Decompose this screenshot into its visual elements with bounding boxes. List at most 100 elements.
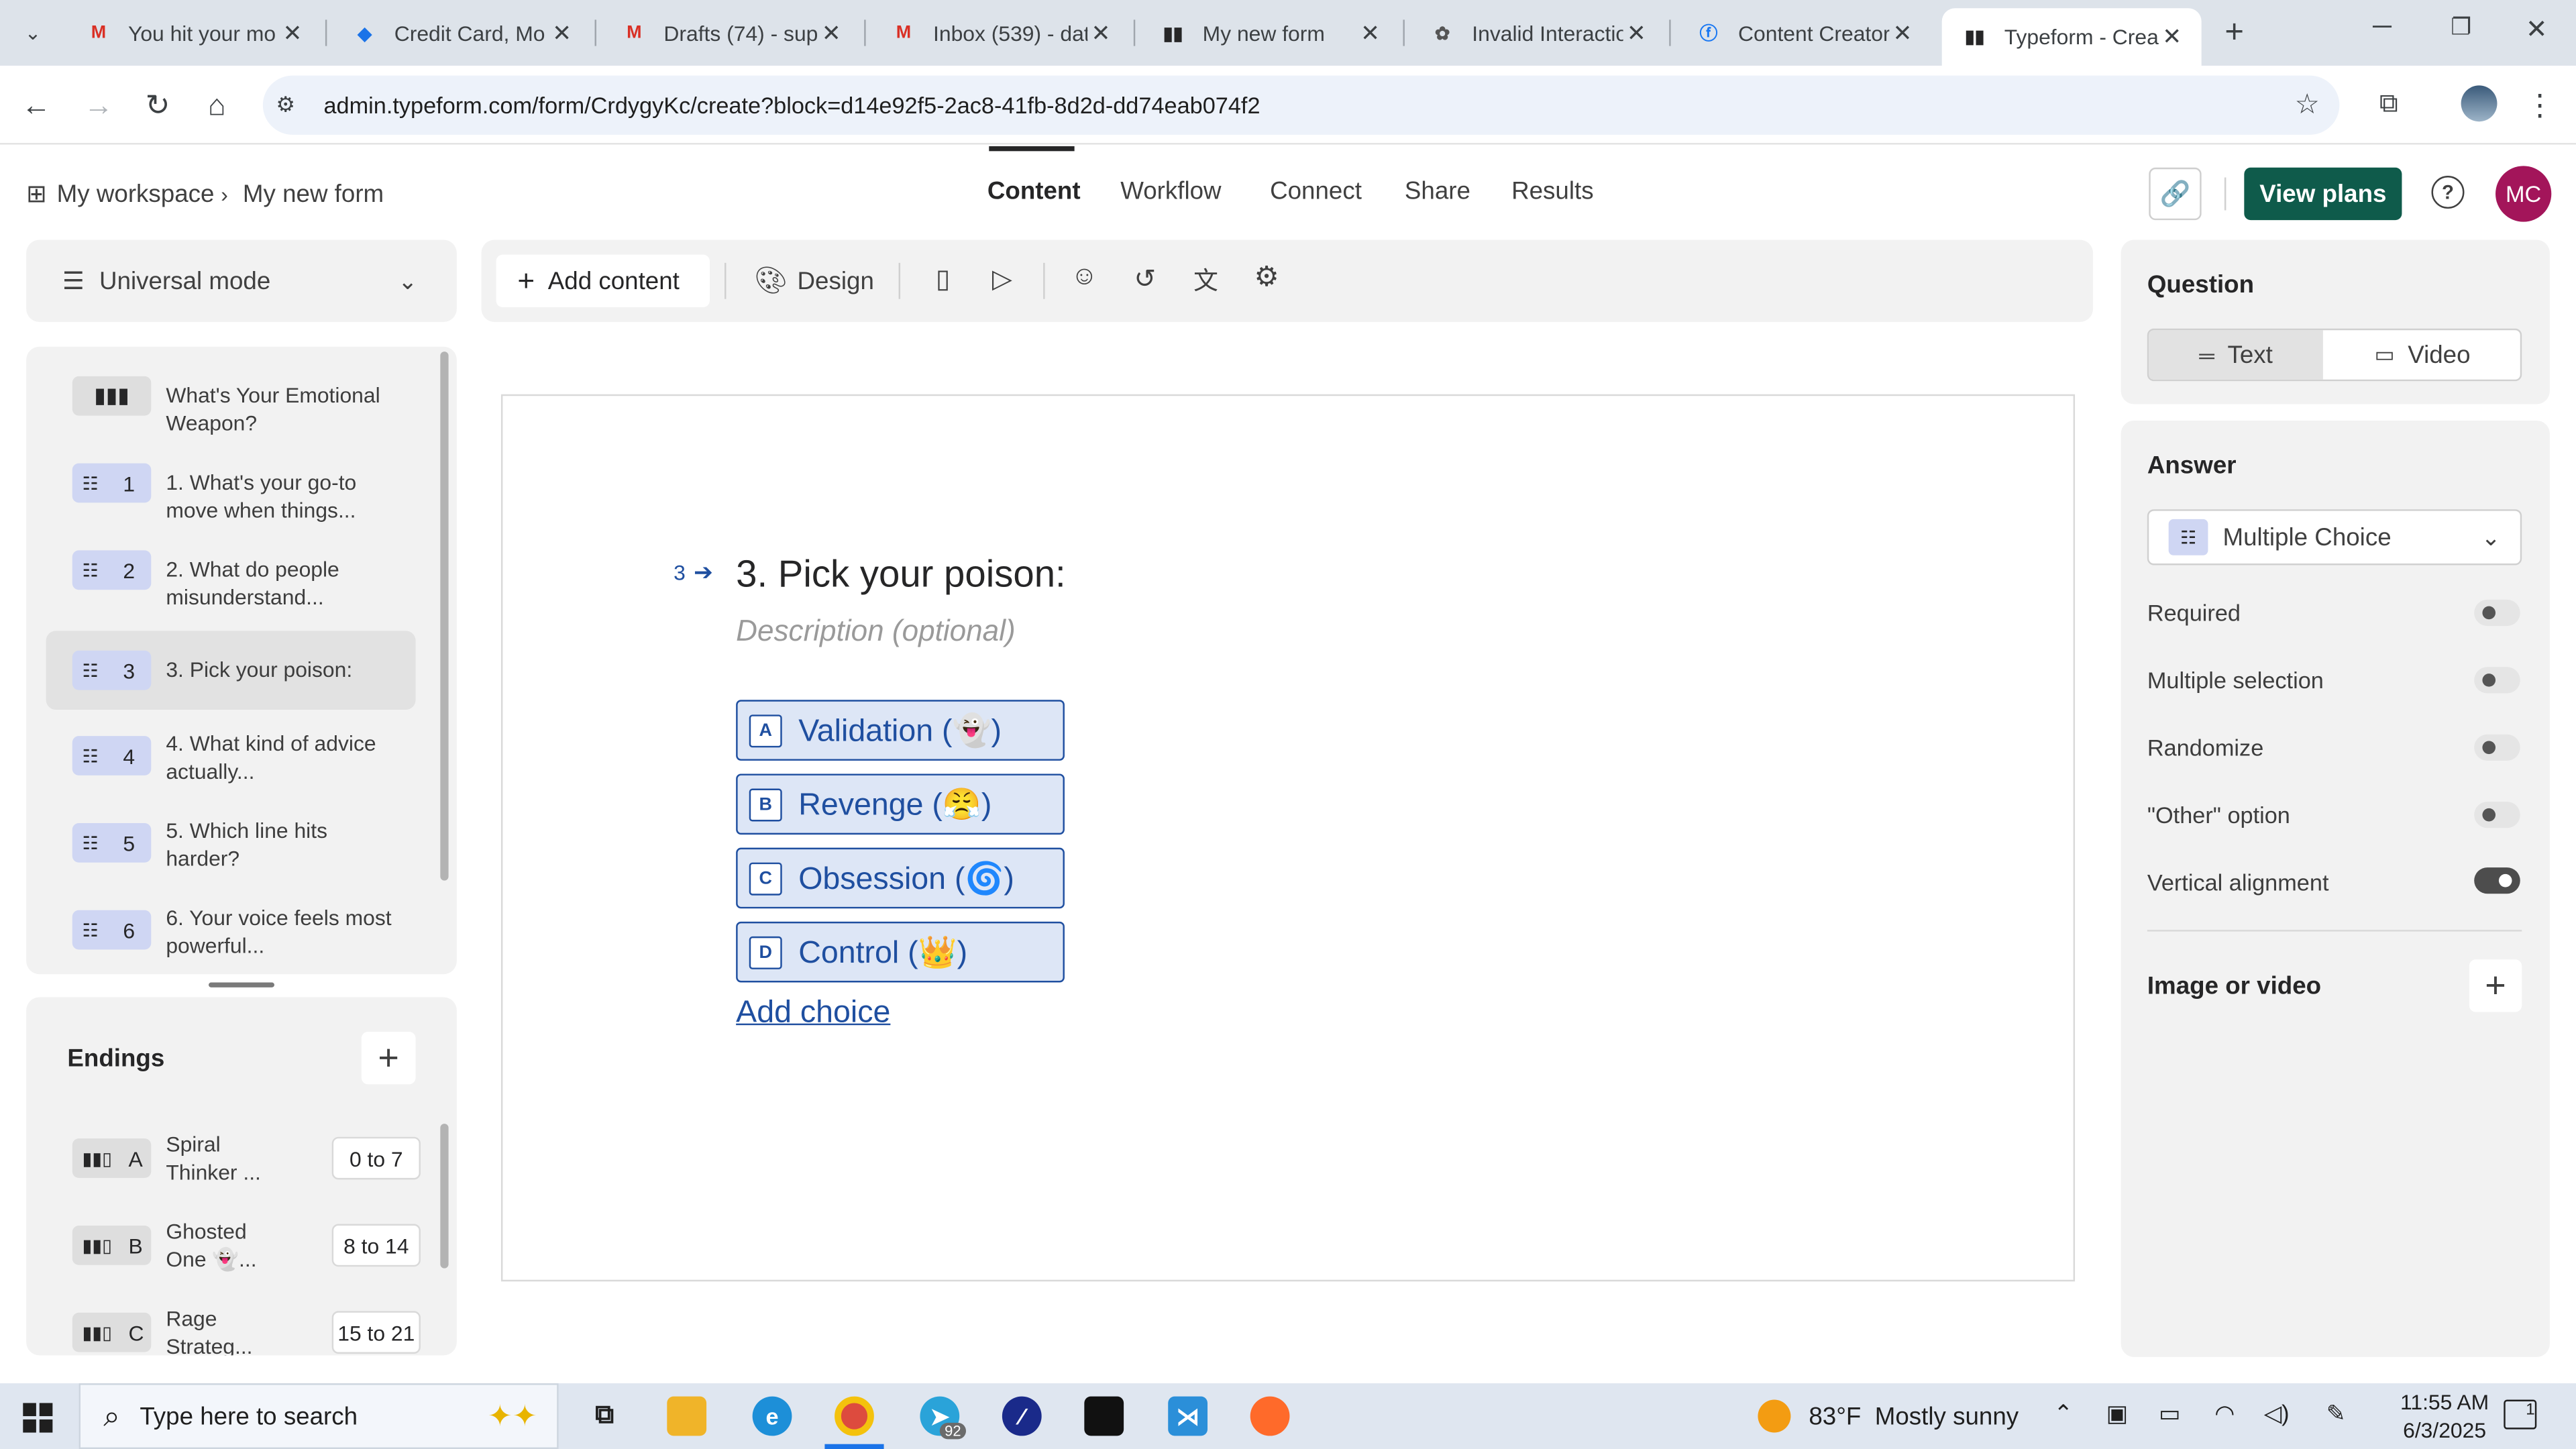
close-icon[interactable]: ✕ xyxy=(818,19,845,47)
add-choice-link[interactable]: Add choice xyxy=(736,996,890,1032)
close-window-icon[interactable]: ✕ xyxy=(2517,13,2557,53)
browser-tab[interactable]: ◆ Credit Card, Mo ✕ xyxy=(332,5,592,60)
question-title[interactable]: 3. Pick your poison: xyxy=(736,552,1066,596)
tab-workflow[interactable]: Workflow xyxy=(1120,177,1221,205)
weather-widget[interactable]: 83°F Mostly sunny xyxy=(1758,1383,2019,1449)
tab-connect[interactable]: Connect xyxy=(1270,177,1362,205)
endings-scrollbar[interactable] xyxy=(440,1124,449,1269)
url-bar[interactable]: ⚙ admin.typeform.com/form/CrdygyKc/creat… xyxy=(262,75,2340,135)
tab-share[interactable]: Share xyxy=(1405,177,1470,205)
score-range[interactable]: 0 to 7 xyxy=(331,1136,421,1180)
taskbar-search[interactable]: ⌕ Type here to search ✦✦ xyxy=(78,1383,559,1449)
list-item[interactable]: ☷ 5 5. Which line hits harder? xyxy=(46,812,416,891)
logic-icon[interactable]: ↺ xyxy=(1128,263,1161,299)
add-ending-button[interactable]: + xyxy=(361,1031,416,1085)
minimize-icon[interactable]: ─ xyxy=(2363,13,2402,53)
vscode-icon[interactable]: ⋊ xyxy=(1168,1396,1208,1436)
windows-start-icon[interactable] xyxy=(23,1403,53,1433)
view-plans-button[interactable]: View plans xyxy=(2244,167,2402,221)
mobile-preview-icon[interactable]: ▯ xyxy=(926,263,959,299)
list-item[interactable]: ▮▮▮ What's Your Emotional Weapon? xyxy=(46,376,416,455)
close-icon[interactable]: ✕ xyxy=(1623,19,1650,47)
close-icon[interactable]: ✕ xyxy=(1087,19,1114,47)
score-range[interactable]: 15 to 21 xyxy=(331,1311,421,1354)
translate-icon[interactable]: 文 xyxy=(1189,263,1222,299)
tab-search-button[interactable]: ⌄ xyxy=(13,13,53,53)
chrome-icon[interactable] xyxy=(835,1396,874,1436)
profile-avatar[interactable] xyxy=(2461,85,2498,122)
list-item[interactable]: ▮▮▯ C Rage Strateg... 15 to 21 xyxy=(46,1301,424,1355)
app-icon[interactable]: ∕ xyxy=(1002,1396,1042,1436)
terminal-icon[interactable] xyxy=(1084,1396,1124,1436)
close-icon[interactable]: ✕ xyxy=(1889,19,1915,47)
file-explorer-icon[interactable] xyxy=(667,1396,707,1436)
home-icon[interactable]: ⌂ xyxy=(197,85,237,125)
task-view-icon[interactable]: ⧉ xyxy=(585,1397,625,1436)
design-button[interactable]: 🎨︎ Design xyxy=(743,255,884,307)
list-item-selected[interactable]: ☷ 3 3. Pick your poison: xyxy=(46,631,416,710)
battery-icon[interactable]: ▭ xyxy=(2159,1400,2180,1428)
list-item[interactable]: ▮▮▯ B Ghosted One 👻... 8 to 14 xyxy=(46,1214,424,1293)
panel-resize-handle[interactable] xyxy=(209,982,274,987)
browser-tab[interactable]: M You hit your mo ✕ xyxy=(66,5,322,60)
mode-selector[interactable]: ☰ Universal mode ⌄ xyxy=(26,239,457,323)
restore-icon[interactable]: ❐ xyxy=(2441,13,2481,53)
tab-results[interactable]: Results xyxy=(1511,177,1594,205)
wifi-icon[interactable]: ◠ xyxy=(2214,1400,2235,1428)
close-icon[interactable]: ✕ xyxy=(279,19,305,47)
browser-tab[interactable]: ✿ Invalid Interactio ✕ xyxy=(1409,5,1666,60)
tab-content[interactable]: Content xyxy=(987,177,1081,205)
site-info-icon[interactable]: ⚙ xyxy=(276,92,309,118)
choice-option[interactable]: D Control (👑) xyxy=(736,921,1065,983)
breadcrumb-workspace[interactable]: My workspace xyxy=(57,180,215,208)
video-tab[interactable]: ▭ Video xyxy=(2324,330,2520,379)
questions-scrollbar[interactable] xyxy=(440,352,449,881)
list-item[interactable]: ☷ 6 6. Your voice feels most powerful... xyxy=(46,899,416,978)
notification-icon[interactable]: 1 xyxy=(2504,1399,2537,1430)
text-tab[interactable]: ═ Text xyxy=(2149,330,2323,380)
browser-tab-active[interactable]: ▮▮ Typeform - Creat ✕ xyxy=(1941,8,2202,66)
clock[interactable]: 11:55 AM 6/3/2025 xyxy=(2396,1388,2494,1444)
browser-tab[interactable]: M Inbox (539) - dat ✕ xyxy=(871,5,1130,60)
forward-icon[interactable]: → xyxy=(79,85,119,125)
help-icon[interactable]: ? xyxy=(2431,176,2465,209)
close-icon[interactable]: ✕ xyxy=(2159,23,2185,51)
browser-tab[interactable]: M Drafts (74) - sup ✕ xyxy=(601,5,861,60)
list-item[interactable]: ☷ 4 4. What kind of advice actually... xyxy=(46,724,416,804)
browser-tab[interactable]: ▮▮ My new form ✕ xyxy=(1140,5,1400,60)
close-icon[interactable]: ✕ xyxy=(1357,19,1383,47)
list-item[interactable]: ☷ 2 2. What do people misunderstand... xyxy=(46,550,416,629)
score-range[interactable]: 8 to 14 xyxy=(331,1224,421,1267)
add-media-button[interactable]: + xyxy=(2469,959,2522,1012)
reload-icon[interactable]: ↻ xyxy=(138,85,178,125)
copy-link-button[interactable]: 🔗 xyxy=(2149,167,2202,221)
play-preview-icon[interactable]: ▷ xyxy=(985,263,1018,299)
grid-icon[interactable]: ⊞ xyxy=(26,179,47,209)
choice-option[interactable]: A Validation (👻) xyxy=(736,700,1065,761)
close-icon[interactable]: ✕ xyxy=(549,19,575,47)
firefox-icon[interactable] xyxy=(1250,1396,1290,1436)
browser-menu-icon[interactable]: ⋮ xyxy=(2520,85,2560,125)
meet-now-icon[interactable]: ▣ xyxy=(2106,1400,2128,1428)
back-icon[interactable]: ← xyxy=(16,85,56,125)
description-input[interactable]: Description (optional) xyxy=(736,614,1016,649)
choice-option[interactable]: B Revenge (😤) xyxy=(736,773,1065,835)
volume-icon[interactable]: ◁) xyxy=(2264,1400,2290,1428)
vertical-alignment-toggle[interactable] xyxy=(2474,867,2520,894)
list-item[interactable]: ▮▮▯ A Spiral Thinker ... 0 to 7 xyxy=(46,1127,424,1206)
extensions-icon[interactable]: ⧉ xyxy=(2369,85,2408,125)
answer-type-select[interactable]: ☷ Multiple Choice ⌄ xyxy=(2147,509,2522,566)
settings-gear-icon[interactable]: ⚙ xyxy=(1250,261,1283,297)
multiple-selection-toggle[interactable] xyxy=(2474,667,2520,694)
required-toggle[interactable] xyxy=(2474,599,2520,627)
pen-icon[interactable]: ✎ xyxy=(2326,1400,2346,1428)
choice-option[interactable]: C Obsession (🌀) xyxy=(736,847,1065,909)
bookmark-star-icon[interactable]: ☆ xyxy=(2295,89,2320,121)
list-item[interactable]: ☷ 1 1. What's your go-to move when things… xyxy=(46,463,416,543)
browser-tab[interactable]: ⓕ Content Creator ✕ xyxy=(1676,5,1932,60)
other-option-toggle[interactable] xyxy=(2474,802,2520,828)
randomize-toggle[interactable] xyxy=(2474,734,2520,761)
avatar[interactable]: MC xyxy=(2496,166,2552,222)
chevron-up-icon[interactable]: ⌃ xyxy=(2053,1400,2073,1428)
breadcrumb-form[interactable]: My new form xyxy=(243,180,384,208)
